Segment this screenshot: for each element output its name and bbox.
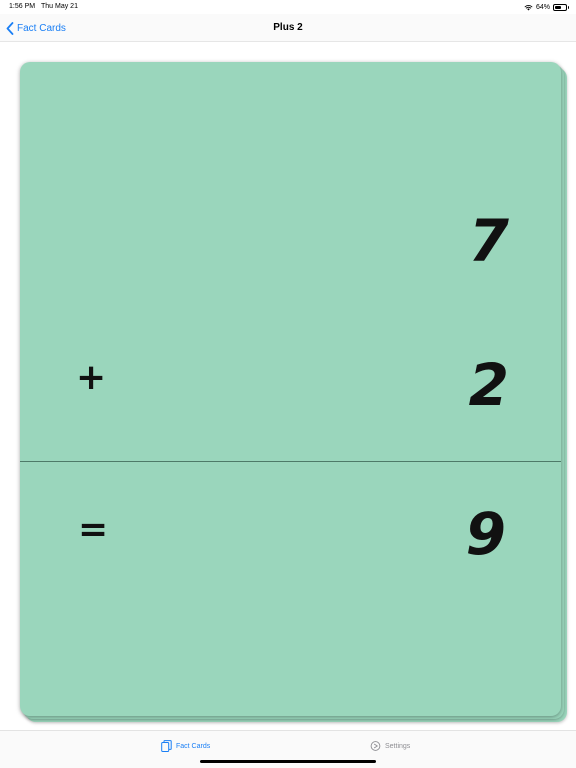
fact-card-stack: 7 + 2 = 9 [20,62,569,724]
tab-fact-cards-label: Fact Cards [176,742,211,750]
status-date: Thu May 21 [41,3,78,10]
fact-card[interactable]: 7 + 2 = 9 [20,62,561,716]
wifi-icon [524,4,533,10]
status-time: 1:56 PM [9,3,36,10]
tab-fact-cards[interactable]: Fact Cards [161,740,210,752]
status-bar: 1:56 PM Thu May 21 64% [0,0,576,14]
page-title: Plus 2 [273,22,303,33]
screen: 1:56 PM Thu May 21 64% Fact Cards Plus 2 [0,0,576,768]
plus-operator: + [76,357,107,398]
cards-icon [161,740,172,752]
answer-divider [20,461,561,462]
battery-fill [555,5,562,9]
battery-icon [553,3,569,11]
status-indicators: 64% [524,2,569,12]
tab-settings-label: Settings [385,742,411,750]
answer-number: 9 [465,500,506,568]
home-indicator[interactable] [200,760,376,763]
battery-percent: 64% [535,3,550,11]
equals-sign: = [78,509,109,550]
tab-settings[interactable]: Settings [370,740,410,752]
second-number: 2 [468,351,509,419]
navigation-bar: Fact Cards Plus 2 [0,14,576,42]
tab-bar: Fact Cards Settings [0,730,576,768]
settings-icon [370,741,381,751]
first-number: 7 [468,207,509,275]
